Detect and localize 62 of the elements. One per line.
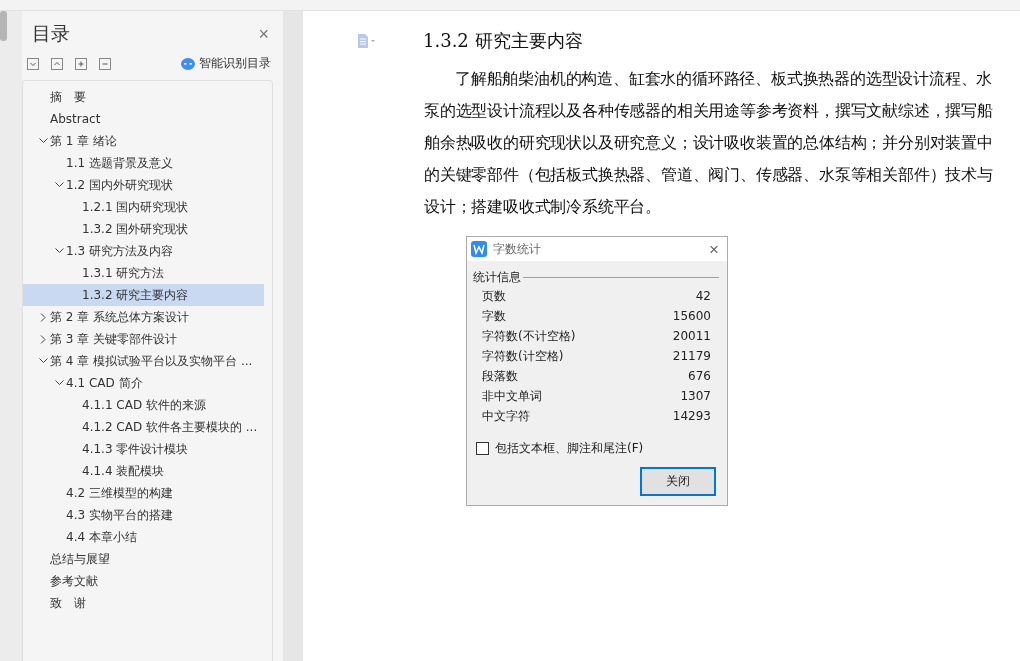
checkbox[interactable] [476,442,489,455]
stat-value: 14293 [672,409,711,423]
toc-item[interactable]: 1.3.1 研究方法 [23,262,264,284]
toc-item[interactable]: 1.3.2 研究主要内容 [23,284,264,306]
toc-item[interactable]: 致 谢 [23,592,264,614]
chevron-down-icon[interactable] [55,248,64,254]
toc-item[interactable]: 第 3 章 关键零部件设计 [23,328,264,350]
toc-item[interactable]: 4.1.2 CAD 软件各主要模块的 ... [23,416,264,438]
stat-label: 页数 [482,287,506,305]
group-label: 统计信息 [473,269,521,286]
close-button[interactable]: × [258,25,269,43]
chevron-down-icon[interactable] [39,358,48,364]
stat-value: 21179 [672,349,711,363]
stat-label: 字符数(不计空格) [482,327,576,345]
stat-label: 段落数 [482,367,518,385]
stat-label: 非中文单词 [482,387,542,405]
toc-item[interactable]: 4.2 三维模型的构建 [23,482,264,504]
stat-value: 1307 [680,389,711,403]
plus-icon[interactable] [75,57,87,70]
toc-item[interactable]: 第 4 章 模拟试验平台以及实物平台 ... [23,350,264,372]
sidebar-title: 目录 [32,21,70,46]
toc-item[interactable]: 1.2 国内外研究现状 [23,174,264,196]
toc-item[interactable]: 4.1.1 CAD 软件的来源 [23,394,264,416]
dialog-title: 字数统计 [493,240,542,258]
chevron-up-icon[interactable] [51,57,63,70]
toc-item[interactable]: 4.1 CAD 简介 [23,372,264,394]
toc-item[interactable]: 4.1.4 装配模块 [23,460,264,482]
stat-value: 42 [695,289,711,303]
toc-item[interactable]: Abstract [23,108,264,130]
chevron-right-icon[interactable] [39,334,48,344]
stat-value: 20011 [672,329,711,343]
smart-toc-button[interactable]: 智能识别目录 [199,55,271,72]
body-paragraph: 了解船舶柴油机的构造、缸套水的循环路径、板式换热器的选型设计流程、水泵的选型设计流程以及各种传感器的相关用途等参考资料，撰写文献综述，撰写船舶余热吸收的研究现状以及研究意义；设计吸收装置的总体结构；并分别对装置中的关键零部件（包括板式换热器、管道、阀门、传感器、水泵等相关部件）技术与设计；搭建吸收式制冷系统平台。 [424,69,994,218]
robot-face-icon [181,57,195,70]
stat-label: 字数 [482,307,506,325]
close-button[interactable]: × [709,240,719,258]
toc-item[interactable]: 第 2 章 系统总体方案设计 [23,306,264,328]
app-logo-icon [471,241,487,257]
toc-item[interactable]: 1.2.1 国内研究现状 [23,196,264,218]
toc-item[interactable]: 4.4 本章小结 [23,526,264,548]
toc-item[interactable]: 总结与展望 [23,548,264,570]
chevron-down-icon[interactable] [55,182,64,188]
toc-item[interactable]: 4.1.3 零件设计模块 [23,438,264,460]
stat-label: 中文字符 [482,407,530,425]
minus-icon[interactable] [99,57,111,70]
toc-item[interactable]: 1.3.2 国外研究现状 [23,218,264,240]
section-heading: 1.3.2 研究主要内容 [423,29,583,53]
toc-item[interactable]: 第 1 章 绪论 [23,130,264,152]
toc-item[interactable]: 摘 要 [23,86,264,108]
scrollbar-thumb[interactable] [0,11,7,41]
toc-item[interactable]: 1.3 研究方法及内容 [23,240,264,262]
chevron-right-icon[interactable] [39,312,48,322]
stat-value: 15600 [672,309,711,323]
chevron-down-icon[interactable] [39,138,48,144]
toc-item[interactable]: 1.1 选题背景及意义 [23,152,264,174]
stat-label: 字符数(计空格) [482,347,564,365]
checkbox-label[interactable]: 包括文本框、脚注和尾注(F) [495,440,644,457]
toc-item[interactable]: 4.3 实物平台的搭建 [23,504,264,526]
chevron-down-icon[interactable] [55,380,64,386]
close-dialog-button[interactable]: 关闭 [640,467,716,496]
stat-value: 676 [688,369,711,383]
toc-item[interactable]: 参考文献 [23,570,264,592]
